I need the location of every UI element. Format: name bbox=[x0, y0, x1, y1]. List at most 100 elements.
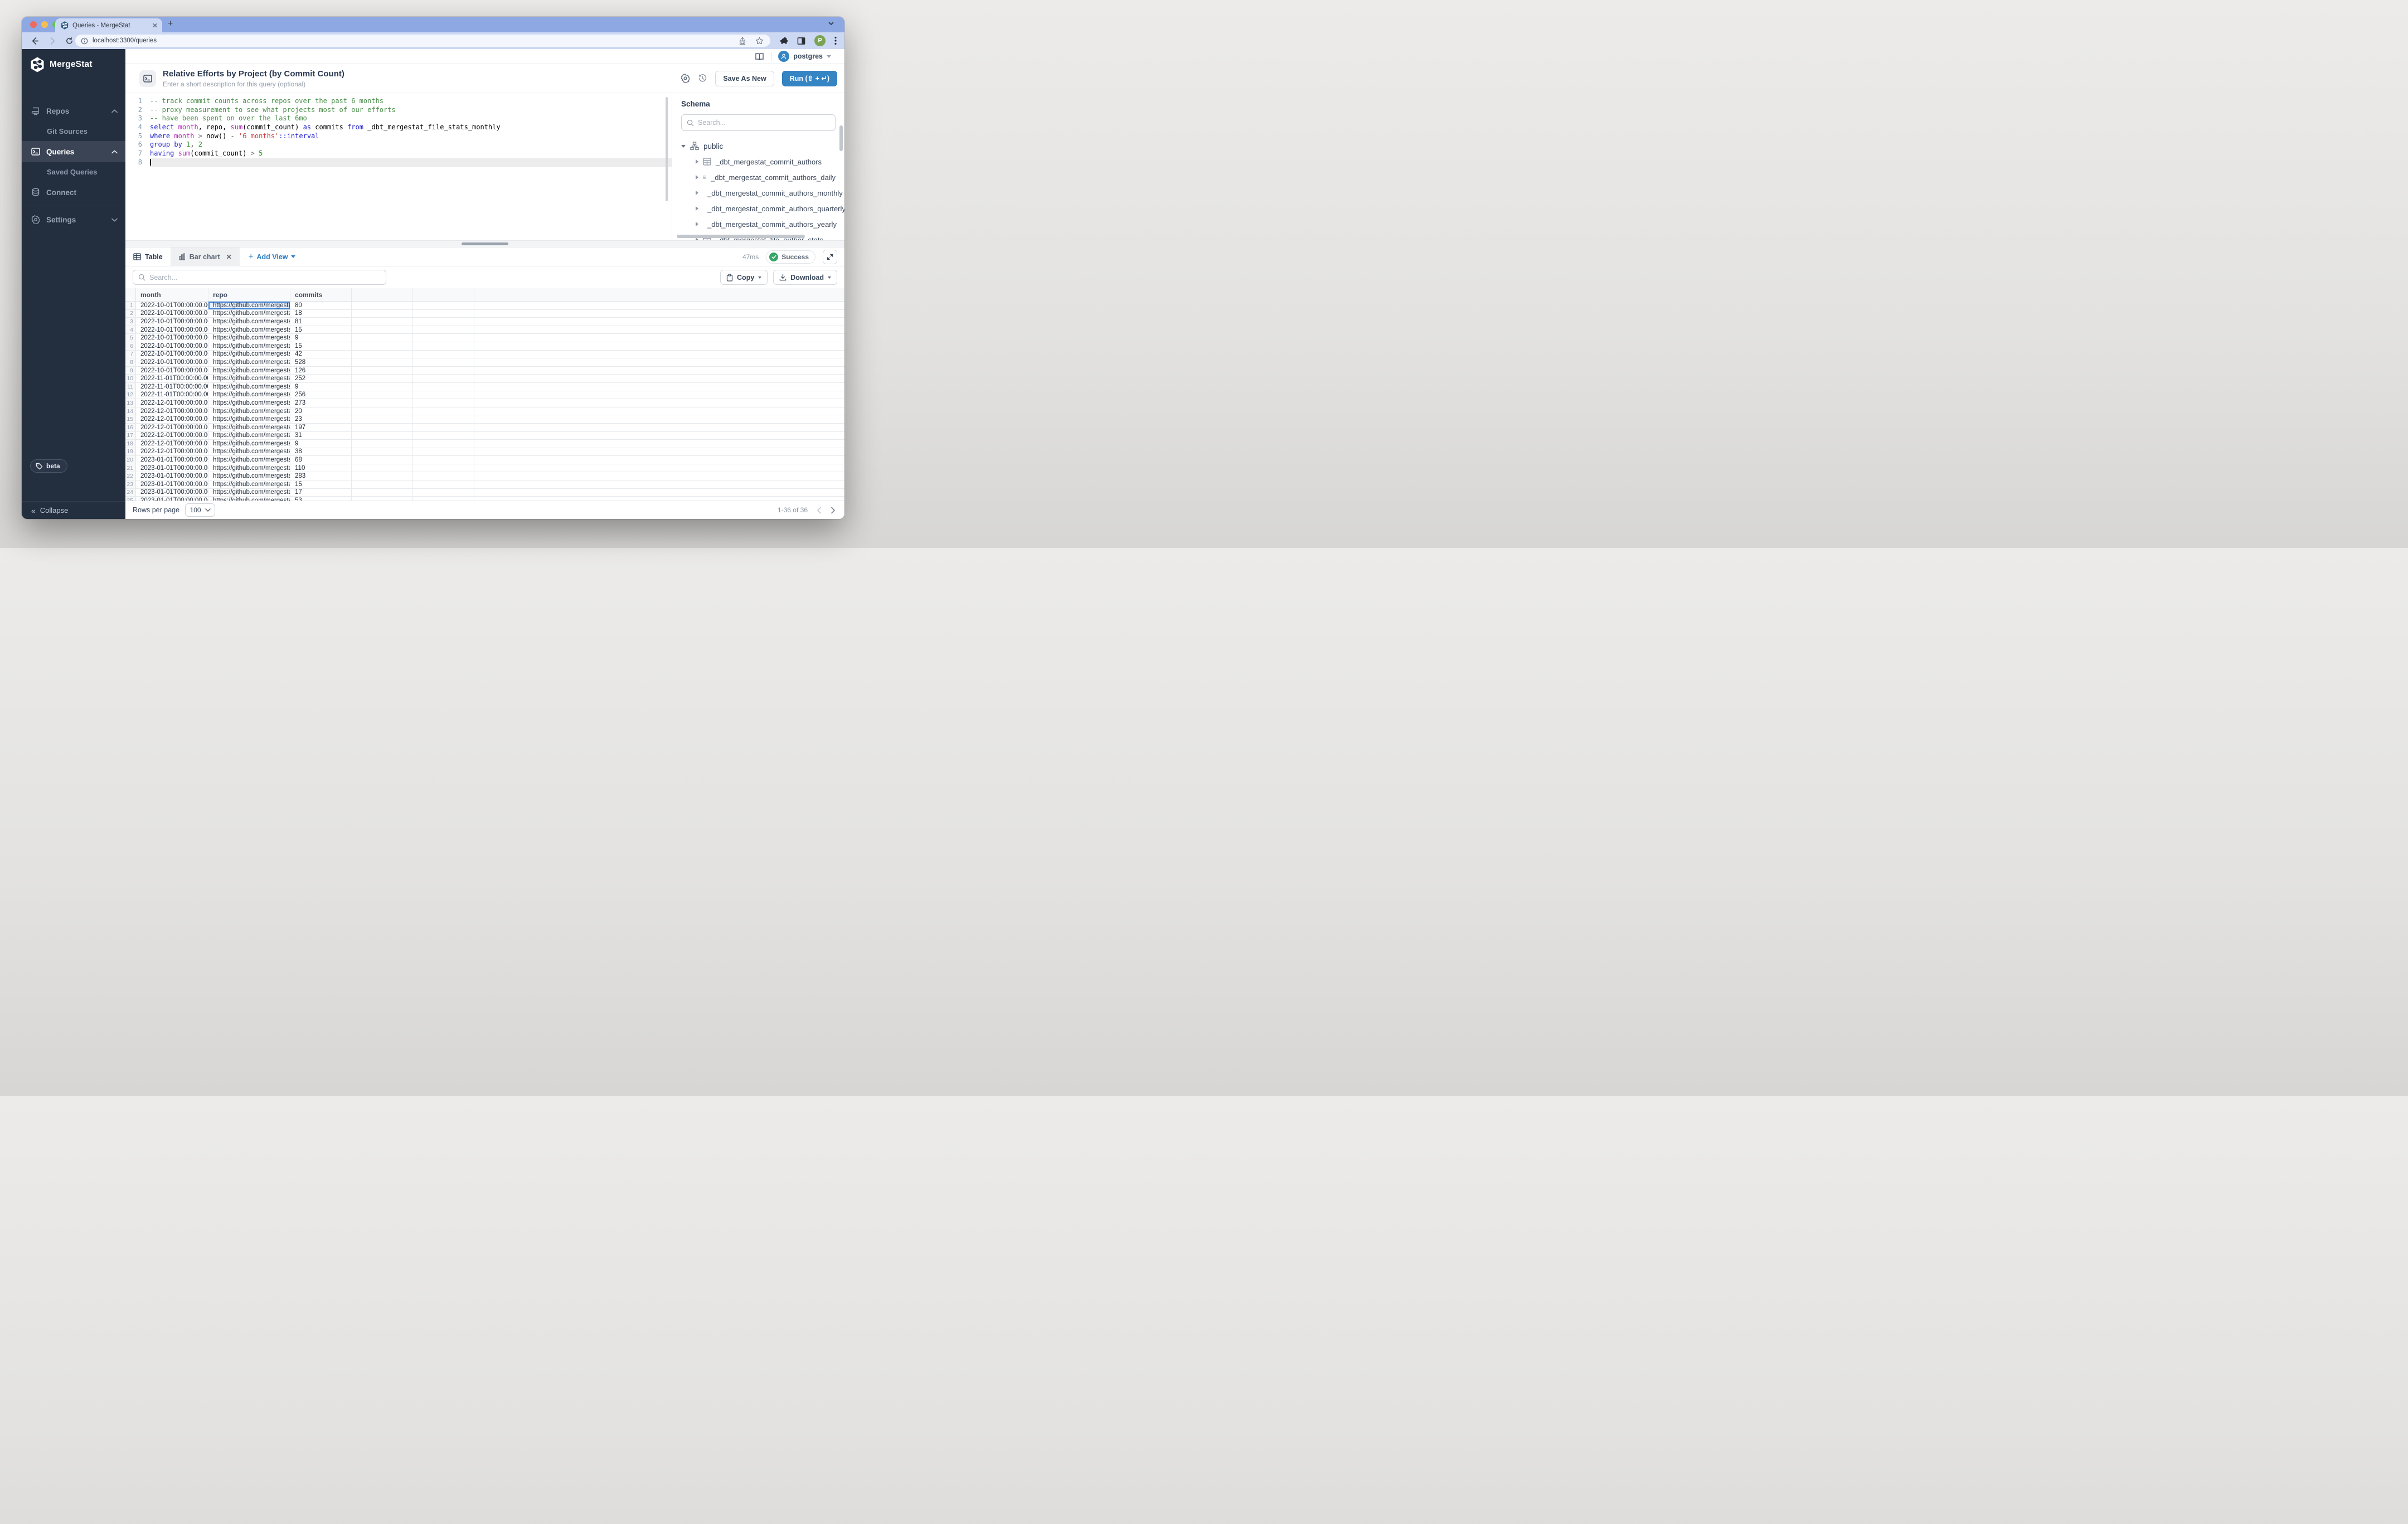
cell-repo[interactable]: https://github.com/mergestat/... bbox=[208, 342, 290, 350]
reload-button[interactable] bbox=[65, 37, 74, 45]
side-panel-icon[interactable] bbox=[797, 37, 805, 45]
cell-empty[interactable] bbox=[413, 318, 474, 326]
cell-repo[interactable]: https://github.com/mergestat/... bbox=[208, 358, 290, 366]
cell-empty[interactable] bbox=[413, 383, 474, 391]
cell-commits[interactable]: 126 bbox=[290, 367, 352, 375]
cell-commits[interactable]: 110 bbox=[290, 464, 352, 472]
cell-empty[interactable] bbox=[352, 497, 413, 501]
cell-empty[interactable] bbox=[413, 464, 474, 472]
column-header-empty[interactable] bbox=[125, 288, 136, 301]
schema-table-item[interactable]: _dbt_mergestat_commit_authors bbox=[696, 154, 836, 169]
cell-empty[interactable] bbox=[352, 391, 413, 399]
url-bar[interactable]: localhost:3300/queries bbox=[75, 35, 770, 47]
browser-menu-icon[interactable] bbox=[834, 36, 837, 45]
cell-empty[interactable] bbox=[352, 383, 413, 391]
schema-table-item[interactable]: _dbt_mergestat_commit_authors_quarterly bbox=[696, 201, 836, 216]
cell-empty[interactable] bbox=[413, 472, 474, 480]
cell-repo[interactable]: https://github.com/mergestat/... bbox=[208, 464, 290, 472]
cell-empty[interactable] bbox=[413, 456, 474, 464]
cell-repo[interactable]: https://github.com/mergestat/... bbox=[208, 326, 290, 334]
cell-month[interactable]: 2022-10-01T00:00:00.000Z bbox=[136, 367, 208, 375]
cell-empty[interactable] bbox=[413, 448, 474, 456]
cell-empty[interactable] bbox=[352, 310, 413, 318]
results-search-input[interactable] bbox=[133, 270, 386, 285]
extensions-icon[interactable] bbox=[780, 37, 788, 45]
cell-repo[interactable]: https://github.com/mergestat/... bbox=[208, 310, 290, 318]
cell-empty[interactable] bbox=[413, 407, 474, 415]
sql-editor[interactable]: 1-- track commit counts across repos ove… bbox=[125, 93, 672, 240]
docs-book-icon[interactable] bbox=[755, 52, 764, 61]
cell-repo[interactable]: https://github.com/mergestat/... bbox=[208, 432, 290, 440]
schema-root-public[interactable]: public bbox=[681, 138, 836, 154]
cell-empty[interactable] bbox=[413, 326, 474, 334]
cell-month[interactable]: 2022-12-01T00:00:00.000Z bbox=[136, 424, 208, 431]
cell-empty[interactable] bbox=[352, 440, 413, 448]
cell-month[interactable]: 2022-11-01T00:00:00.000Z bbox=[136, 383, 208, 391]
cell-empty[interactable] bbox=[352, 448, 413, 456]
cell-empty[interactable] bbox=[413, 367, 474, 375]
cell-empty[interactable] bbox=[352, 334, 413, 342]
cell-commits[interactable]: 53 bbox=[290, 497, 352, 501]
code-line[interactable]: 3-- have been spent on over the last 6mo bbox=[125, 114, 672, 123]
cell-empty[interactable] bbox=[413, 440, 474, 448]
query-title[interactable]: Relative Efforts by Project (by Commit C… bbox=[163, 69, 674, 79]
cell-month[interactable]: 2022-10-01T00:00:00.000Z bbox=[136, 318, 208, 326]
cell-commits[interactable]: 9 bbox=[290, 440, 352, 448]
schema-table-item[interactable]: _dbt_mergestat_commit_authors_daily bbox=[696, 169, 836, 185]
copy-button[interactable]: Copy bbox=[720, 270, 768, 285]
run-query-button[interactable]: Run (⇧ + ↵) bbox=[782, 71, 837, 86]
cell-repo[interactable]: https://github.com/mergestat/... bbox=[208, 481, 290, 488]
cell-repo[interactable]: https://github.com/mergestat/... bbox=[208, 351, 290, 358]
query-settings-gear-icon[interactable] bbox=[681, 74, 690, 83]
cell-month[interactable]: 2022-12-01T00:00:00.000Z bbox=[136, 415, 208, 423]
cell-commits[interactable]: 31 bbox=[290, 432, 352, 440]
cell-empty[interactable] bbox=[352, 481, 413, 488]
cell-empty[interactable] bbox=[352, 358, 413, 366]
cell-repo[interactable]: https://github.com/mergestat/... bbox=[208, 383, 290, 391]
cell-commits[interactable]: 17 bbox=[290, 489, 352, 497]
cell-empty[interactable] bbox=[352, 415, 413, 423]
sidebar-item-repos[interactable]: Repos bbox=[22, 100, 125, 122]
sidebar-item-settings[interactable]: Settings bbox=[22, 209, 125, 230]
cell-empty[interactable] bbox=[413, 351, 474, 358]
cell-month[interactable]: 2022-12-01T00:00:00.000Z bbox=[136, 448, 208, 456]
cell-repo[interactable]: https://github.com/mergestat/... bbox=[208, 448, 290, 456]
cell-empty[interactable] bbox=[413, 415, 474, 423]
cell-commits[interactable]: 80 bbox=[290, 302, 352, 309]
cell-empty[interactable] bbox=[352, 375, 413, 382]
cell-commits[interactable]: 68 bbox=[290, 456, 352, 464]
code-line[interactable]: 6group by 1, 2 bbox=[125, 140, 672, 149]
browser-tab[interactable]: Queries - MergeStat ✕ bbox=[55, 18, 162, 32]
schema-table-item[interactable]: _dbt_mergestat_commit_authors_yearly bbox=[696, 216, 836, 232]
cell-commits[interactable]: 252 bbox=[290, 375, 352, 382]
cell-empty[interactable] bbox=[413, 424, 474, 431]
cell-commits[interactable]: 273 bbox=[290, 399, 352, 407]
column-header-commits[interactable]: commits bbox=[290, 288, 352, 301]
cell-empty[interactable] bbox=[352, 489, 413, 497]
sidebar-item-connect[interactable]: Connect bbox=[22, 182, 125, 203]
save-as-new-button[interactable]: Save As New bbox=[715, 71, 774, 86]
cell-empty[interactable] bbox=[413, 497, 474, 501]
cell-commits[interactable]: 197 bbox=[290, 424, 352, 431]
cell-empty[interactable] bbox=[413, 342, 474, 350]
cell-empty[interactable] bbox=[352, 367, 413, 375]
cell-empty[interactable] bbox=[413, 391, 474, 399]
code-line[interactable]: 5where month > now() - '6 months'::inter… bbox=[125, 132, 672, 141]
cell-repo[interactable]: https://github.com/mergestat/... bbox=[208, 399, 290, 407]
cell-month[interactable]: 2022-10-01T00:00:00.000Z bbox=[136, 334, 208, 342]
cell-empty[interactable] bbox=[413, 481, 474, 488]
download-button[interactable]: Download bbox=[773, 270, 837, 285]
site-info-icon[interactable] bbox=[81, 37, 88, 45]
schema-table-item[interactable]: _dbt_mergestat_commit_authors_monthly bbox=[696, 185, 836, 201]
cell-repo[interactable]: https://github.com/mergestat/... bbox=[208, 391, 290, 399]
column-header-empty[interactable] bbox=[352, 288, 413, 301]
forward-button[interactable] bbox=[48, 37, 56, 45]
cell-commits[interactable]: 15 bbox=[290, 326, 352, 334]
close-tab-icon[interactable]: ✕ bbox=[226, 253, 232, 261]
cell-commits[interactable]: 42 bbox=[290, 351, 352, 358]
query-history-icon[interactable] bbox=[698, 74, 707, 83]
expand-results-button[interactable] bbox=[823, 250, 837, 264]
cell-empty[interactable] bbox=[413, 432, 474, 440]
cell-commits[interactable]: 15 bbox=[290, 481, 352, 488]
cell-repo[interactable]: https://github.com/mergestat/... bbox=[208, 334, 290, 342]
